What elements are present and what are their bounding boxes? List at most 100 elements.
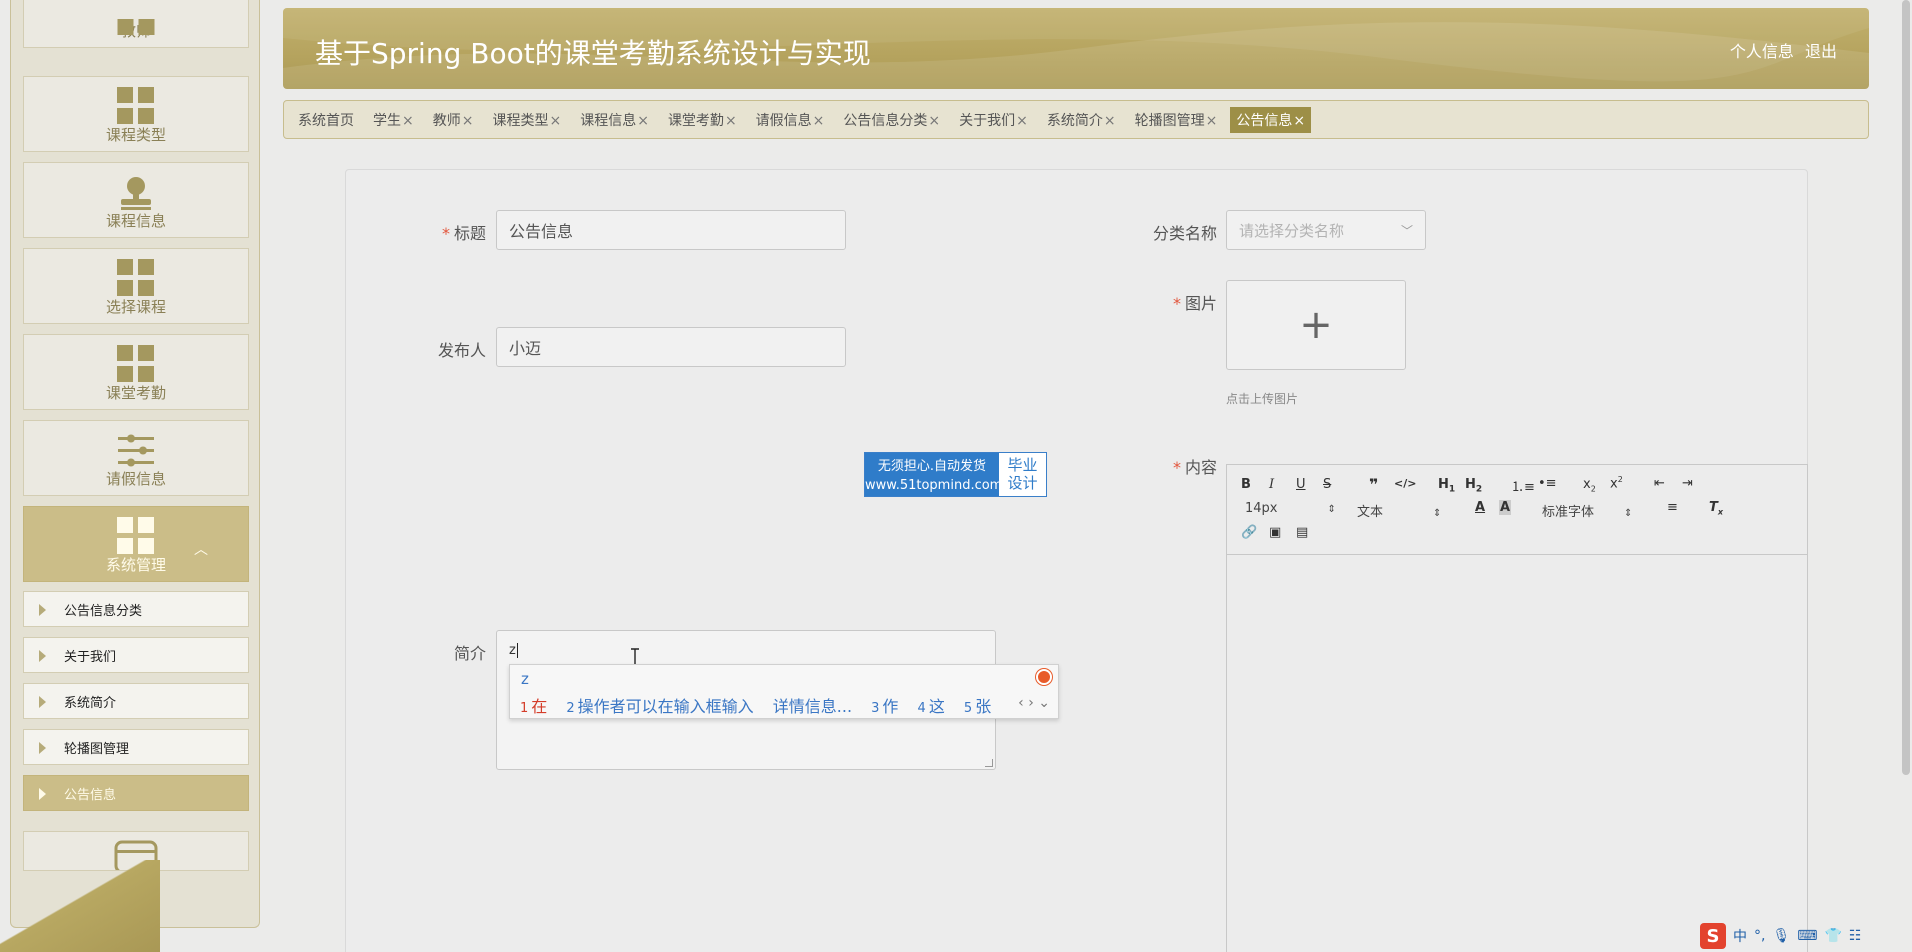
sidebar-item-course-info[interactable]: 课程信息 — [23, 162, 249, 238]
close-icon[interactable]: × — [637, 113, 649, 129]
ime-candidate[interactable]: 2 操作者可以在输入框输入 — [566, 697, 753, 716]
font-family-select[interactable]: 标准字体 ⇕ — [1542, 501, 1632, 520]
block-type-value: 文本 — [1357, 505, 1384, 520]
tab-about-us[interactable]: 关于我们× — [953, 107, 1034, 133]
sub-item-carousel[interactable]: 轮播图管理 — [23, 729, 249, 765]
title-input[interactable]: 公告信息 — [496, 210, 846, 250]
sidebar-item-teacher[interactable]: 教师 — [23, 0, 249, 48]
skin-icon[interactable]: 👕 — [1824, 928, 1841, 944]
superscript-icon[interactable]: x2 — [1610, 475, 1623, 491]
background-color-icon[interactable]: A — [1499, 500, 1512, 515]
sub-item-notice[interactable]: 公告信息 — [23, 775, 249, 811]
ime-candidate-popup: z 1在 2 操作者可以在输入框输入 详情信息... 3作 4这 5张 ‹ › ⌄ — [509, 664, 1059, 719]
tab-home[interactable]: 系统首页 — [292, 107, 360, 133]
font-family-value: 标准字体 — [1542, 505, 1595, 520]
ime-candidate[interactable]: 5张 — [964, 697, 991, 716]
tab-attendance[interactable]: 课堂考勤× — [662, 107, 743, 133]
h1-icon[interactable]: H1 — [1438, 477, 1455, 495]
video-icon[interactable]: ▤ — [1296, 525, 1308, 540]
ime-candidate[interactable]: 详情信息... — [773, 697, 852, 716]
ime-candidate[interactable]: 4这 — [918, 697, 945, 716]
close-icon[interactable]: × — [813, 113, 825, 129]
font-size-select[interactable]: 14px ⇕ — [1245, 501, 1336, 516]
tab-course-info[interactable]: 课程信息× — [574, 107, 655, 133]
link-icon[interactable]: 🔗 — [1241, 525, 1257, 540]
ime-candidate[interactable]: 3作 — [871, 697, 898, 716]
updown-icon: ⇕ — [1433, 508, 1442, 519]
publisher-input[interactable]: 小迈 — [496, 327, 846, 367]
sub-item-system-intro[interactable]: 系统简介 — [23, 683, 249, 719]
close-icon[interactable]: × — [1104, 113, 1116, 129]
image-icon[interactable]: ▣ — [1269, 525, 1281, 540]
align-icon[interactable]: ≡ — [1667, 500, 1678, 515]
sub-item-notice-category[interactable]: 公告信息分类 — [23, 591, 249, 627]
sidebar-item-select-course[interactable]: 选择课程 — [23, 248, 249, 324]
caret-right-icon — [39, 742, 46, 754]
sidebar-item-label: 请假信息 — [105, 470, 166, 488]
sidebar-item-leave[interactable]: 请假信息 — [23, 420, 249, 496]
ordered-list-icon[interactable]: ⒈≡ — [1511, 476, 1535, 495]
close-icon[interactable]: × — [725, 113, 737, 129]
close-icon[interactable]: × — [1206, 113, 1218, 129]
tab-label: 系统首页 — [298, 112, 354, 129]
required-mark: * — [441, 224, 450, 243]
tab-teacher[interactable]: 教师× — [427, 107, 480, 133]
sogou-ime-icon[interactable]: S — [1700, 923, 1726, 949]
h2-icon[interactable]: H2 — [1465, 477, 1482, 495]
tab-label: 课程类型 — [492, 112, 549, 129]
subscript-icon[interactable]: x2 — [1583, 477, 1596, 494]
tray-extra-icon[interactable]: ☷ — [1849, 928, 1862, 944]
close-icon[interactable]: × — [549, 113, 561, 129]
sidebar-item-label: 系统管理 — [105, 556, 166, 574]
tab-carousel[interactable]: 轮播图管理× — [1129, 107, 1224, 133]
indent-icon[interactable]: ⇥ — [1682, 476, 1693, 491]
tab-course-type[interactable]: 课程类型× — [486, 107, 567, 133]
ime-candidate[interactable]: 1在 — [520, 697, 547, 716]
block-type-select[interactable]: 文本 ⇕ — [1357, 501, 1441, 520]
keyboard-icon[interactable]: ⌨ — [1797, 928, 1817, 944]
ad-banner[interactable]: 无须担心.自动发货 www.51topmind.com 毕业 设计 — [864, 452, 1047, 497]
text-cursor — [516, 643, 518, 658]
font-color-icon[interactable]: A — [1475, 500, 1485, 515]
tab-leave[interactable]: 请假信息× — [750, 107, 831, 133]
close-icon[interactable]: × — [1293, 113, 1305, 129]
code-icon[interactable]: </> — [1394, 477, 1416, 490]
bullet-list-icon[interactable]: •≡ — [1538, 476, 1557, 491]
close-icon[interactable]: × — [402, 113, 414, 129]
tab-student[interactable]: 学生× — [367, 107, 420, 133]
tab-system-intro[interactable]: 系统简介× — [1041, 107, 1122, 133]
tab-notice-category[interactable]: 公告信息分类× — [837, 107, 946, 133]
clear-format-icon[interactable]: Tx — [1709, 500, 1723, 517]
updown-icon: ⇕ — [1624, 508, 1633, 519]
italic-icon[interactable]: I — [1269, 477, 1274, 492]
sub-item-about-us[interactable]: 关于我们 — [23, 637, 249, 673]
ime-language-indicator[interactable]: 中 — [1733, 926, 1747, 946]
outdent-icon[interactable]: ⇤ — [1654, 476, 1665, 491]
close-icon[interactable]: × — [1016, 113, 1028, 129]
blockquote-icon[interactable]: ❞ — [1369, 475, 1378, 494]
profile-link[interactable]: 个人信息 — [1730, 42, 1794, 61]
ad-right1: 毕业 — [1007, 456, 1038, 474]
user-icon — [121, 177, 151, 210]
close-icon[interactable]: × — [462, 113, 474, 129]
microphone-icon[interactable]: 🎙 — [1772, 928, 1790, 944]
close-icon[interactable]: × — [928, 113, 940, 129]
sidebar-item-system[interactable]: ︿ 系统管理 — [23, 506, 249, 582]
bold-icon[interactable]: B — [1241, 477, 1251, 492]
category-select[interactable]: 请选择分类名称 ﹀ — [1226, 210, 1426, 250]
sub-item-label: 公告信息 — [64, 787, 117, 803]
image-upload[interactable]: + — [1226, 280, 1406, 370]
ime-page-nav[interactable]: ‹ › ⌄ — [1018, 695, 1050, 711]
sidebar-item-attendance[interactable]: 课堂考勤 — [23, 334, 249, 410]
tab-notice[interactable]: 公告信息× — [1230, 106, 1312, 133]
strike-icon[interactable]: S — [1323, 477, 1331, 492]
sidebar-item-course-type[interactable]: 课程类型 — [23, 76, 249, 152]
page-scrollbar[interactable] — [1902, 0, 1910, 775]
punctuation-icon[interactable]: °, — [1754, 928, 1765, 944]
grid-icon — [117, 345, 155, 383]
image-label-text: 图片 — [1184, 294, 1217, 313]
resize-grip[interactable] — [985, 759, 993, 767]
logout-link[interactable]: 退出 — [1805, 42, 1837, 61]
underline-icon[interactable]: U — [1296, 477, 1306, 492]
system-tray: S 中 °, 🎙 ⌨ 👕 ☷ — [1692, 920, 1912, 952]
